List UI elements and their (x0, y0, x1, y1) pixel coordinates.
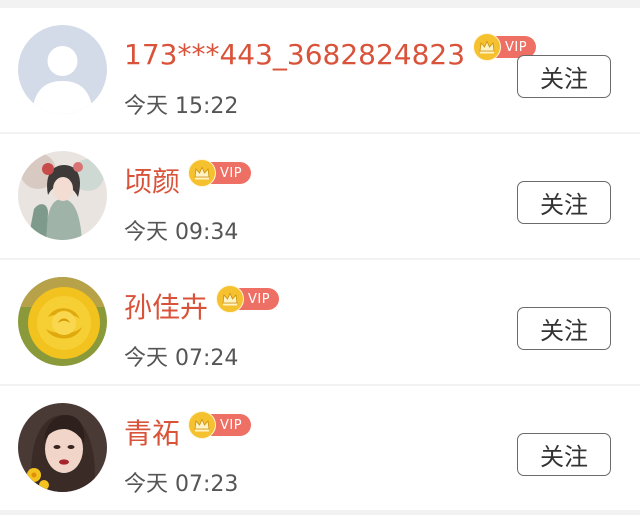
list-item[interactable]: 青祏 VIP 今天 07:23 关注 (0, 386, 640, 510)
follow-button[interactable]: 关注 (517, 55, 611, 98)
illustrated-girl-avatar-icon (18, 151, 107, 240)
follow-button[interactable]: 关注 (517, 181, 611, 224)
crown-icon (188, 159, 217, 187)
yellow-rose-avatar-icon (18, 277, 107, 366)
crown-icon (188, 411, 217, 439)
vip-label: VIP (248, 291, 271, 307)
crown-icon (216, 285, 245, 313)
list-item[interactable]: 顷颜 VIP 今天 09:34 关注 (0, 134, 640, 258)
user-name[interactable]: 孙佳卉 (124, 286, 208, 326)
avatar[interactable] (18, 277, 107, 366)
follow-button[interactable]: 关注 (517, 307, 611, 350)
follow-button[interactable]: 关注 (517, 433, 611, 476)
user-name[interactable]: 青祏 (124, 412, 180, 452)
follow-time: 今天 09:34 (124, 220, 239, 245)
name-line: 顷颜 VIP (124, 159, 252, 200)
list-item[interactable]: 173***443_3682824823 VIP 今天 15:22 关注 (0, 8, 640, 132)
crown-icon (473, 33, 502, 61)
avatar[interactable] (18, 25, 107, 114)
follower-list: 173***443_3682824823 VIP 今天 15:22 关注 顷颜 … (0, 0, 640, 531)
vip-badge: VIP (216, 285, 280, 313)
follow-time: 今天 07:23 (124, 472, 239, 497)
portrait-woman-avatar-icon (18, 403, 107, 492)
vip-badge: VIP (188, 159, 252, 187)
name-line: 青祏 VIP (124, 411, 252, 452)
avatar[interactable] (18, 403, 107, 492)
vip-label: VIP (505, 39, 528, 55)
user-name[interactable]: 173***443_3682824823 (124, 38, 465, 71)
vip-label: VIP (220, 165, 243, 181)
user-name[interactable]: 顷颜 (124, 160, 180, 200)
vip-badge: VIP (188, 411, 252, 439)
vip-label: VIP (220, 417, 243, 433)
default-avatar-icon (18, 25, 107, 114)
name-line: 孙佳卉 VIP (124, 285, 280, 326)
follow-time: 今天 07:24 (124, 346, 239, 371)
name-line: 173***443_3682824823 VIP (124, 33, 537, 74)
list-item-partial (0, 515, 640, 531)
follow-time: 今天 15:22 (124, 94, 239, 119)
avatar[interactable] (18, 151, 107, 240)
list-item[interactable]: 孙佳卉 VIP 今天 07:24 关注 (0, 260, 640, 384)
